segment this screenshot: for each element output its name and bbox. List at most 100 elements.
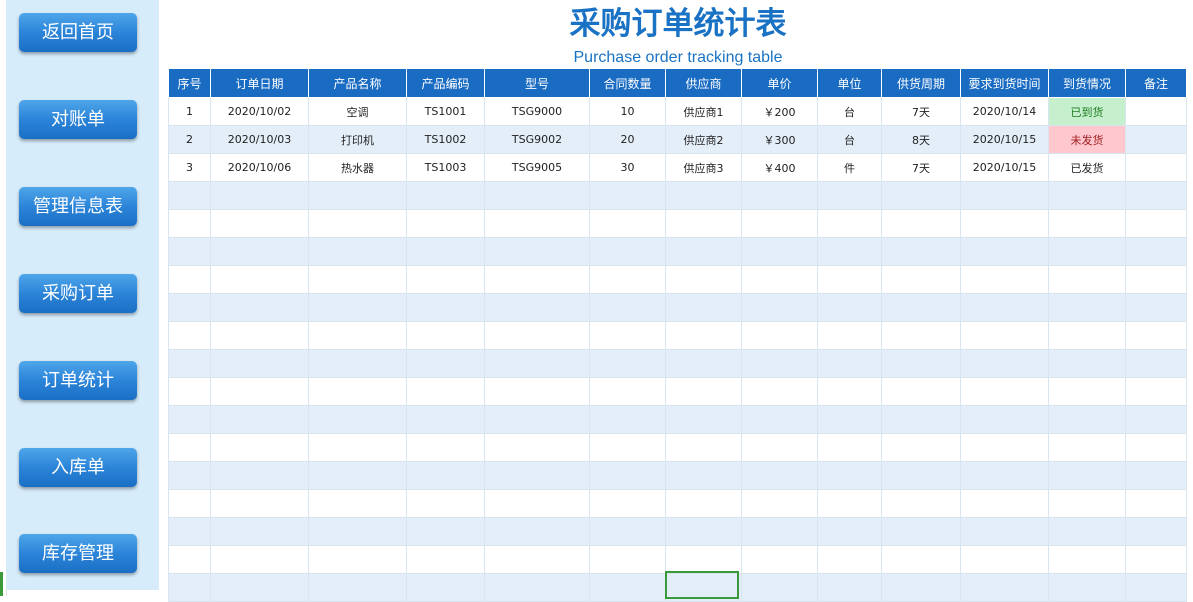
table-cell[interactable] [484, 293, 590, 322]
table-cell[interactable] [741, 433, 818, 462]
table-cell[interactable] [168, 209, 211, 238]
table-cell[interactable]: 2020/10/06 [210, 153, 309, 182]
table-cell[interactable] [1048, 517, 1126, 546]
column-header[interactable]: 要求到货时间 [960, 68, 1049, 98]
table-cell[interactable] [741, 545, 818, 574]
table-cell[interactable] [960, 209, 1049, 238]
table-cell[interactable] [1048, 209, 1126, 238]
table-cell[interactable]: 8天 [881, 125, 961, 154]
table-cell[interactable] [484, 321, 590, 350]
table-cell[interactable] [817, 293, 882, 322]
column-header[interactable]: 产品名称 [308, 68, 407, 98]
table-cell[interactable] [484, 545, 590, 574]
table-cell[interactable] [1048, 349, 1126, 378]
table-cell[interactable] [406, 433, 485, 462]
table-cell[interactable] [406, 209, 485, 238]
column-header[interactable]: 型号 [484, 68, 590, 98]
table-cell[interactable] [817, 517, 882, 546]
table-cell[interactable] [960, 405, 1049, 434]
table-cell[interactable] [308, 293, 407, 322]
table-cell[interactable]: 2020/10/14 [960, 97, 1049, 126]
order-stats-button[interactable]: 订单统计 [19, 361, 137, 400]
table-cell[interactable] [1048, 293, 1126, 322]
table-cell[interactable]: TS1002 [406, 125, 485, 154]
table-cell[interactable] [881, 517, 961, 546]
table-cell[interactable] [1125, 209, 1187, 238]
table-cell[interactable] [484, 377, 590, 406]
table-cell[interactable]: 供应商3 [665, 153, 742, 182]
table-cell[interactable] [817, 461, 882, 490]
table-cell[interactable] [1048, 237, 1126, 266]
table-cell[interactable] [1125, 321, 1187, 350]
table-cell[interactable] [484, 573, 590, 602]
table-cell[interactable]: 打印机 [308, 125, 407, 154]
table-cell[interactable] [817, 573, 882, 602]
table-cell[interactable] [406, 545, 485, 574]
table-cell[interactable]: TSG9002 [484, 125, 590, 154]
table-cell[interactable] [168, 405, 211, 434]
table-cell[interactable] [406, 461, 485, 490]
table-cell[interactable] [960, 237, 1049, 266]
table-cell[interactable] [665, 489, 742, 518]
table-cell[interactable] [960, 573, 1049, 602]
table-cell[interactable] [1125, 489, 1187, 518]
table-cell[interactable] [665, 349, 742, 378]
table-cell[interactable] [168, 377, 211, 406]
table-cell[interactable] [168, 433, 211, 462]
table-cell[interactable] [817, 265, 882, 294]
table-cell[interactable] [1048, 489, 1126, 518]
table-cell[interactable] [484, 349, 590, 378]
table-cell[interactable] [484, 489, 590, 518]
table-cell[interactable] [168, 461, 211, 490]
table-cell[interactable] [210, 377, 309, 406]
table-cell[interactable] [1125, 461, 1187, 490]
table-cell[interactable]: 2020/10/15 [960, 153, 1049, 182]
table-cell[interactable]: 未发货 [1048, 125, 1126, 154]
table-cell[interactable] [484, 181, 590, 210]
table-cell[interactable] [665, 517, 742, 546]
table-cell[interactable] [168, 265, 211, 294]
table-cell[interactable] [308, 545, 407, 574]
table-cell[interactable]: 空调 [308, 97, 407, 126]
column-header[interactable]: 单价 [741, 68, 818, 98]
table-cell[interactable] [881, 181, 961, 210]
column-header[interactable]: 到货情况 [1048, 68, 1126, 98]
table-cell[interactable] [168, 237, 211, 266]
table-cell[interactable] [406, 573, 485, 602]
table-cell[interactable] [1125, 153, 1187, 182]
table-cell[interactable] [881, 237, 961, 266]
table-cell[interactable] [881, 377, 961, 406]
table-cell[interactable]: 已发货 [1048, 153, 1126, 182]
table-cell[interactable] [406, 349, 485, 378]
statement-button[interactable]: 对账单 [19, 100, 137, 139]
column-header[interactable]: 序号 [168, 68, 211, 98]
table-cell[interactable] [589, 405, 666, 434]
table-cell[interactable] [1125, 377, 1187, 406]
table-cell[interactable] [308, 181, 407, 210]
table-cell[interactable] [308, 321, 407, 350]
table-cell[interactable] [1125, 433, 1187, 462]
table-cell[interactable] [1048, 461, 1126, 490]
inbound-order-button[interactable]: 入库单 [19, 448, 137, 487]
table-cell[interactable] [168, 489, 211, 518]
table-cell[interactable] [210, 405, 309, 434]
purchase-order-button[interactable]: 采购订单 [19, 274, 137, 313]
table-cell[interactable] [817, 181, 882, 210]
column-header[interactable]: 产品编码 [406, 68, 485, 98]
table-cell[interactable] [960, 433, 1049, 462]
table-cell[interactable] [210, 265, 309, 294]
table-cell[interactable] [960, 461, 1049, 490]
table-cell[interactable] [210, 461, 309, 490]
table-cell[interactable] [210, 181, 309, 210]
table-cell[interactable]: 20 [589, 125, 666, 154]
table-cell[interactable] [210, 349, 309, 378]
table-cell[interactable] [665, 405, 742, 434]
table-cell[interactable] [589, 573, 666, 602]
table-cell[interactable] [1048, 181, 1126, 210]
table-cell[interactable] [308, 489, 407, 518]
table-cell[interactable] [589, 545, 666, 574]
table-cell[interactable] [168, 545, 211, 574]
table-cell[interactable]: 2020/10/02 [210, 97, 309, 126]
table-cell[interactable]: TSG9000 [484, 97, 590, 126]
column-header[interactable]: 备注 [1125, 68, 1187, 98]
